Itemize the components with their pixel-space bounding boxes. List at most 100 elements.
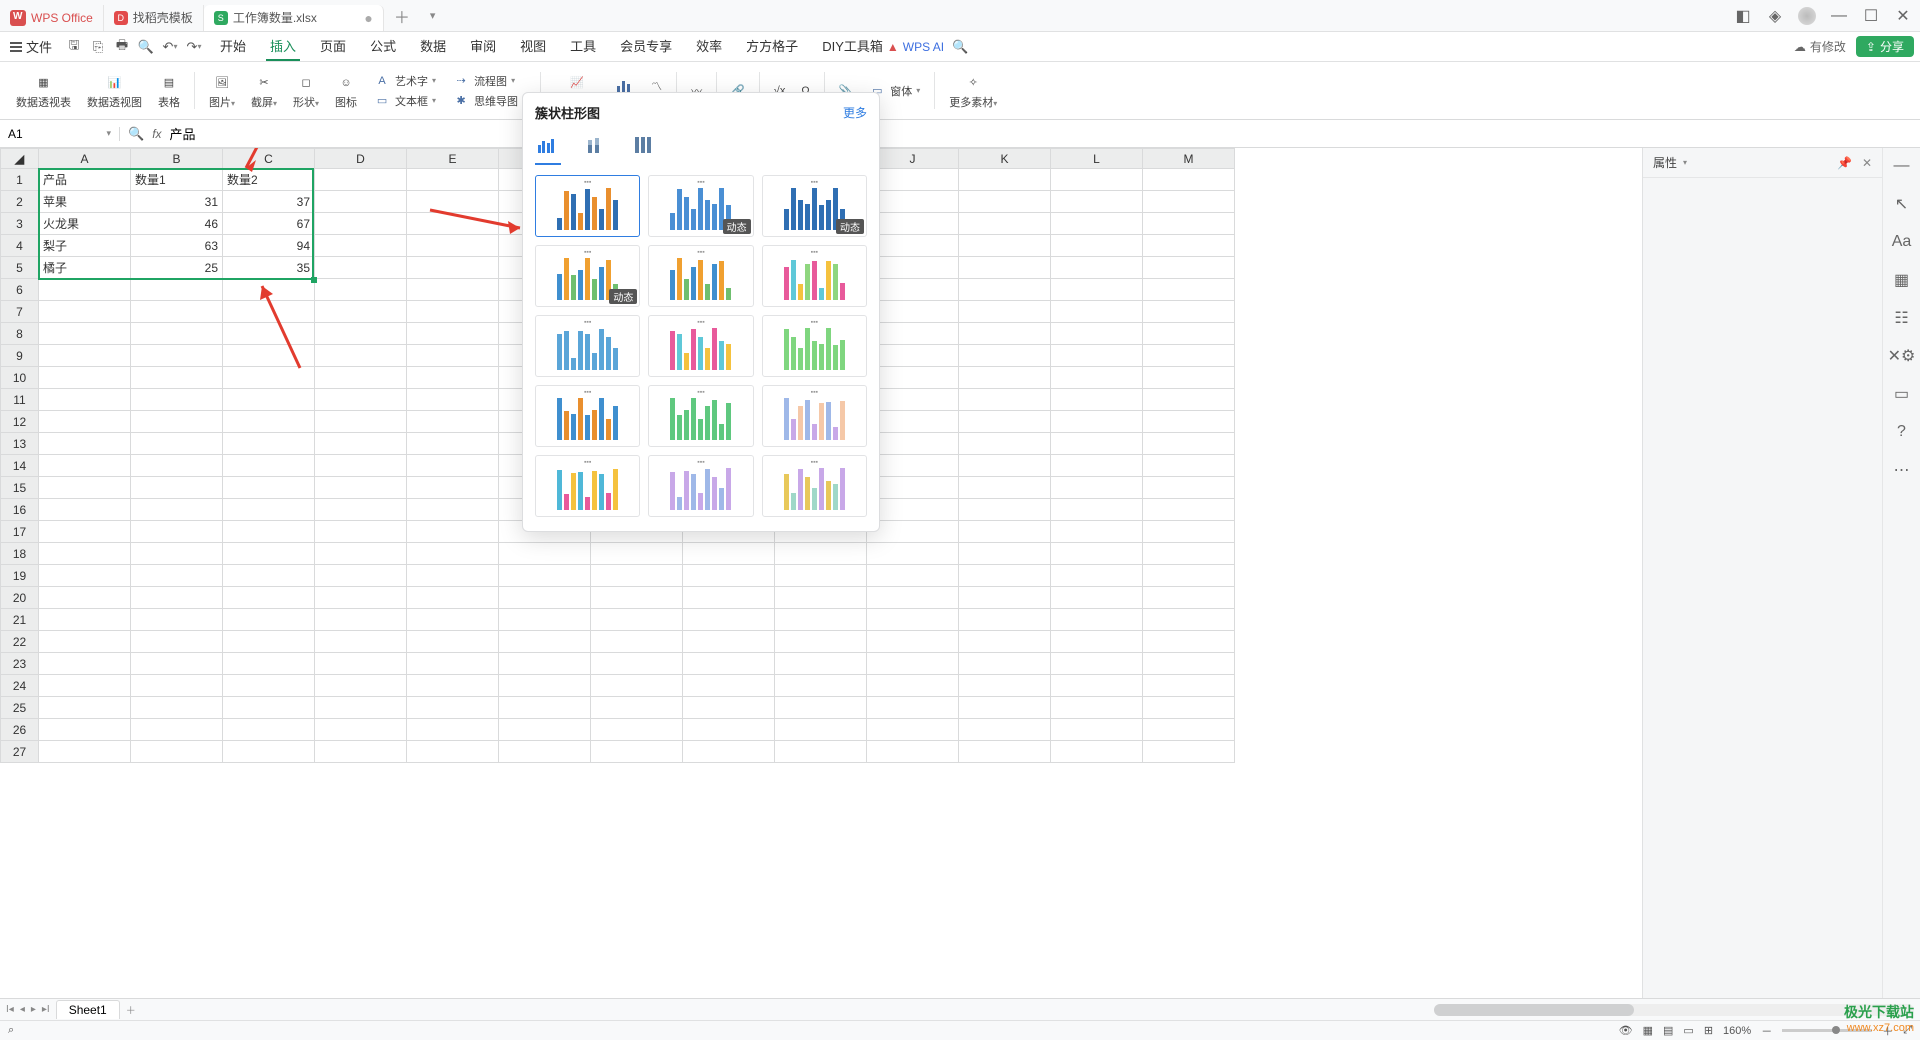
chart-template-5[interactable]: ▪▪▪	[762, 245, 867, 307]
cell-C26[interactable]	[223, 719, 315, 741]
cell-K11[interactable]	[959, 389, 1051, 411]
zoom-slider[interactable]	[1782, 1029, 1872, 1032]
formula-value[interactable]: 产品	[170, 124, 1912, 143]
chart-template-4[interactable]: ▪▪▪	[648, 245, 753, 307]
cell-J21[interactable]	[867, 609, 959, 631]
cell-M14[interactable]	[1143, 455, 1235, 477]
col-header-L[interactable]: L	[1051, 149, 1143, 169]
cell-I18[interactable]	[775, 543, 867, 565]
cell-D22[interactable]	[315, 631, 407, 653]
cell-M6[interactable]	[1143, 279, 1235, 301]
cell-C6[interactable]	[223, 279, 315, 301]
cell-J10[interactable]	[867, 367, 959, 389]
cell-M27[interactable]	[1143, 741, 1235, 763]
fx-icon[interactable]: fx	[152, 127, 161, 141]
cell-D17[interactable]	[315, 521, 407, 543]
cell-J13[interactable]	[867, 433, 959, 455]
row-header-18[interactable]: 18	[1, 543, 39, 565]
mindmap-button[interactable]: ✱思维导图▾	[452, 92, 526, 110]
cell-G20[interactable]	[591, 587, 683, 609]
cell-J22[interactable]	[867, 631, 959, 653]
select-all-corner[interactable]: ◢	[1, 149, 39, 169]
redo-icon[interactable]: ↷▾	[186, 39, 202, 55]
cell-L19[interactable]	[1051, 565, 1143, 587]
cell-L7[interactable]	[1051, 301, 1143, 323]
cell-K17[interactable]	[959, 521, 1051, 543]
cell-C9[interactable]	[223, 345, 315, 367]
row-header-10[interactable]: 10	[1, 367, 39, 389]
cell-L11[interactable]	[1051, 389, 1143, 411]
cell-K25[interactable]	[959, 697, 1051, 719]
cell-D10[interactable]	[315, 367, 407, 389]
cell-C5[interactable]: 35	[223, 257, 315, 279]
row-header-1[interactable]: 1	[1, 169, 39, 191]
cell-G23[interactable]	[591, 653, 683, 675]
cell-G18[interactable]	[591, 543, 683, 565]
cell-K13[interactable]	[959, 433, 1051, 455]
cell-L18[interactable]	[1051, 543, 1143, 565]
undo-icon[interactable]: ↶▾	[162, 39, 178, 55]
cell-J20[interactable]	[867, 587, 959, 609]
cell-A19[interactable]	[39, 565, 131, 587]
cell-L14[interactable]	[1051, 455, 1143, 477]
cell-C23[interactable]	[223, 653, 315, 675]
cell-D9[interactable]	[315, 345, 407, 367]
cell-C11[interactable]	[223, 389, 315, 411]
cell-H25[interactable]	[683, 697, 775, 719]
cell-B23[interactable]	[131, 653, 223, 675]
cell-D18[interactable]	[315, 543, 407, 565]
cell-M20[interactable]	[1143, 587, 1235, 609]
cell-D5[interactable]	[315, 257, 407, 279]
cell-E5[interactable]	[407, 257, 499, 279]
tab-insert[interactable]: 插入	[266, 32, 300, 61]
cell-M17[interactable]	[1143, 521, 1235, 543]
cell-L13[interactable]	[1051, 433, 1143, 455]
cell-D6[interactable]	[315, 279, 407, 301]
cell-A17[interactable]	[39, 521, 131, 543]
templates-tab[interactable]: D 找稻壳模板	[104, 5, 204, 31]
chart-template-3[interactable]: ▪▪▪ 动态	[535, 245, 640, 307]
screenshot-button[interactable]: ✂截屏▾	[245, 66, 283, 115]
row-header-15[interactable]: 15	[1, 477, 39, 499]
row-header-12[interactable]: 12	[1, 411, 39, 433]
cell-J16[interactable]	[867, 499, 959, 521]
cell-L2[interactable]	[1051, 191, 1143, 213]
cell-F26[interactable]	[499, 719, 591, 741]
cell-E6[interactable]	[407, 279, 499, 301]
flowchart-button[interactable]: ⇢流程图▾	[452, 72, 526, 90]
cell-L21[interactable]	[1051, 609, 1143, 631]
cell-K15[interactable]	[959, 477, 1051, 499]
cell-M19[interactable]	[1143, 565, 1235, 587]
reading-view-icon[interactable]: ▭	[1683, 1024, 1693, 1037]
chart-subtype-100stacked[interactable]	[631, 132, 657, 165]
cell-J7[interactable]	[867, 301, 959, 323]
cell-J9[interactable]	[867, 345, 959, 367]
layout-icon[interactable]: ▦	[1892, 270, 1912, 290]
cell-I20[interactable]	[775, 587, 867, 609]
cell-I21[interactable]	[775, 609, 867, 631]
chart-template-9[interactable]: ▪▪▪	[535, 385, 640, 447]
cell-B18[interactable]	[131, 543, 223, 565]
sheet-tab[interactable]: Sheet1	[56, 1000, 120, 1019]
cell-E13[interactable]	[407, 433, 499, 455]
artword-button[interactable]: A艺术字▾	[373, 72, 436, 90]
cell-D21[interactable]	[315, 609, 407, 631]
icon-button[interactable]: ☺图标	[329, 66, 363, 115]
horizontal-scrollbar[interactable]	[1434, 1004, 1914, 1016]
cell-D12[interactable]	[315, 411, 407, 433]
new-tab-button[interactable]: ＋	[384, 4, 420, 28]
cell-A25[interactable]	[39, 697, 131, 719]
cell-H20[interactable]	[683, 587, 775, 609]
cell-B10[interactable]	[131, 367, 223, 389]
cell-F18[interactable]	[499, 543, 591, 565]
cell-H26[interactable]	[683, 719, 775, 741]
cell-K10[interactable]	[959, 367, 1051, 389]
lookup-icon[interactable]: 🔍	[128, 126, 144, 142]
col-header-D[interactable]: D	[315, 149, 407, 169]
cell-K14[interactable]	[959, 455, 1051, 477]
file-menu[interactable]: 文件	[6, 35, 56, 58]
cell-K20[interactable]	[959, 587, 1051, 609]
pivot-chart-button[interactable]: 📊数据透视图	[81, 66, 148, 115]
name-box[interactable]: A1▾	[0, 127, 120, 141]
save-icon[interactable]: 🖫	[66, 39, 82, 55]
